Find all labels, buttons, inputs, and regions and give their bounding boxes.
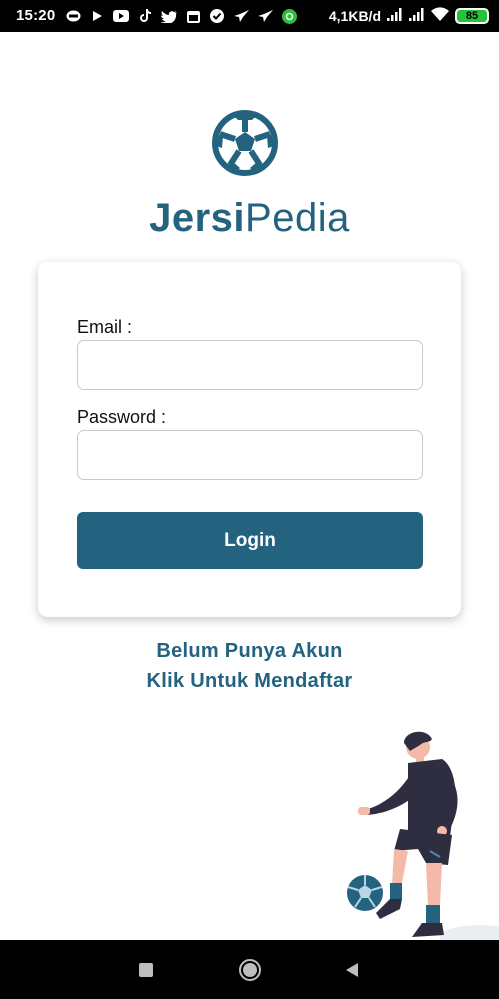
twitter-icon [161,8,177,24]
back-icon [346,962,358,977]
play-icon [89,8,105,24]
bird-icon [233,8,249,24]
back-button[interactable] [322,940,382,999]
vpn-icon [281,8,297,24]
line-icon [65,8,81,24]
network-speed: 4,1KB/d [328,7,381,24]
youtube-icon [113,8,129,24]
login-button[interactable]: Login [77,512,423,569]
recent-apps-icon [139,962,153,977]
email-input[interactable] [77,340,423,390]
home-button[interactable] [220,940,280,999]
wifi-icon [431,7,449,24]
recent-apps-button[interactable] [116,940,176,999]
login-card: Email : Password : Login [38,262,461,617]
register-line-2[interactable]: Klik Untuk Mendaftar [0,666,499,696]
bird-icon [257,8,273,24]
battery-icon: 85 [455,7,489,24]
battery-level: 85 [465,9,479,22]
soccer-ball-logo-icon [212,110,278,176]
password-input[interactable] [77,430,423,480]
status-right: 4,1KB/d 85 [329,7,489,24]
soccer-player-illustration [347,731,499,940]
status-time: 15:20 [16,7,56,24]
register-line-1[interactable]: Belum Punya Akun [0,636,499,666]
tiktok-icon [137,8,153,24]
home-icon [239,958,261,981]
password-label: Password : [77,407,167,427]
navigation-bar [0,940,499,999]
calendar-icon [185,8,201,24]
notification-icons [65,8,297,24]
signal-icon [409,7,425,24]
app-title: JersiPedia [0,196,499,241]
signal-icon [387,7,403,24]
register-link[interactable]: Belum Punya Akun Klik Untuk Mendaftar [0,636,499,696]
check-icon [209,8,225,24]
app-title-bold: Jersi [149,196,246,240]
status-bar: 15:20 4,1KB/d 85 [0,0,499,32]
app-title-regular: Pedia [245,196,350,240]
email-label: Email : [77,317,133,337]
